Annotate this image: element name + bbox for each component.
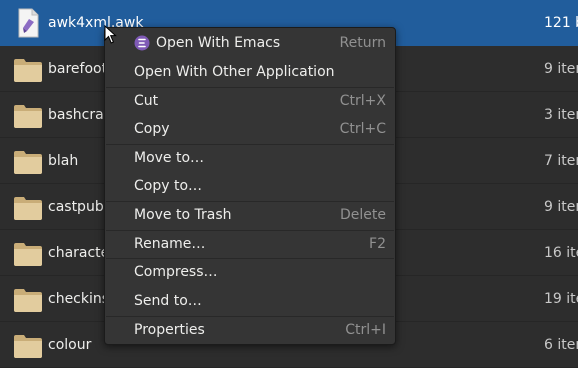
folder-icon [14, 59, 42, 82]
folder-icon [14, 289, 42, 312]
menu-item-move-to[interactable]: Move to… [105, 145, 395, 171]
menu-item-copy-to[interactable]: Copy to… [105, 173, 395, 199]
menu-item-shortcut: Ctrl+C [339, 121, 386, 137]
menu-item-open-with-emacs[interactable]: Open With Emacs Return [105, 30, 395, 56]
item-count: 7 item [544, 153, 578, 169]
item-count: 6 item [544, 337, 578, 353]
item-count: 16 ite [544, 245, 578, 261]
menu-item-label: Cut [134, 93, 159, 109]
folder-name: characte [48, 245, 110, 261]
folder-name: barefoot [48, 61, 108, 77]
menu-item-shortcut: F2 [369, 236, 386, 252]
folder-icon [14, 105, 42, 128]
folder-icon [14, 197, 42, 220]
menu-item-label: Compress… [134, 264, 218, 280]
menu-item-shortcut: Ctrl+I [345, 322, 386, 338]
file-size: 121 b [544, 15, 578, 31]
folder-icon [14, 335, 42, 358]
script-file-icon [18, 8, 39, 38]
menu-item-send-to[interactable]: Send to… [105, 288, 395, 314]
menu-item-label: Open With Emacs [156, 35, 281, 51]
mouse-pointer-icon [104, 25, 117, 44]
menu-item-label: Copy to… [134, 178, 203, 194]
menu-item-move-to-trash[interactable]: Move to Trash Delete [105, 202, 395, 228]
menu-item-label: Move to… [134, 150, 205, 166]
menu-item-label: Open With Other Application [134, 64, 335, 80]
folder-icon [14, 243, 42, 266]
menu-item-label: Properties [134, 322, 205, 338]
menu-item-shortcut: Return [339, 35, 386, 51]
menu-item-label: Copy [134, 121, 170, 137]
menu-item-copy[interactable]: Copy Ctrl+C [105, 116, 395, 142]
menu-item-compress[interactable]: Compress… [105, 259, 395, 285]
emacs-icon [134, 35, 150, 51]
folder-name: checkins [48, 291, 110, 307]
folder-name: colour [48, 337, 92, 353]
menu-item-rename[interactable]: Rename… F2 [105, 231, 395, 257]
menu-item-shortcut: Ctrl+X [339, 93, 386, 109]
folder-icon [14, 151, 42, 174]
folder-name: blah [48, 153, 79, 169]
item-count: 9 item [544, 61, 578, 77]
item-count: 19 ite [544, 291, 578, 307]
menu-item-label: Move to Trash [134, 207, 232, 223]
menu-item-shortcut: Delete [340, 207, 386, 223]
menu-item-open-with-other-application[interactable]: Open With Other Application [105, 59, 395, 85]
context-menu: Open With Emacs Return Open With Other A… [104, 27, 396, 345]
menu-item-properties[interactable]: Properties Ctrl+I [105, 317, 395, 343]
item-count: 3 item [544, 107, 578, 123]
folder-name: bashcrav [48, 107, 112, 123]
menu-item-cut[interactable]: Cut Ctrl+X [105, 88, 395, 114]
menu-item-label: Send to… [134, 293, 202, 309]
folder-name: castpub. [48, 199, 109, 215]
menu-item-label: Rename… [134, 236, 206, 252]
item-count: 9 item [544, 199, 578, 215]
